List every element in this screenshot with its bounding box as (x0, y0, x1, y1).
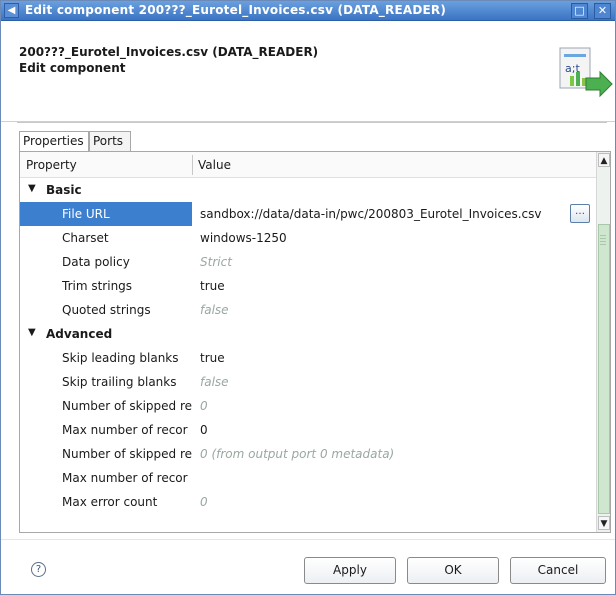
browse-button[interactable]: … (570, 204, 590, 223)
property-label: Charset (62, 231, 109, 245)
property-value[interactable]: 0 (from output port 0 metadata) (200, 447, 394, 461)
property-label: Number of skipped re (62, 447, 193, 461)
property-label: Skip trailing blanks (62, 375, 177, 389)
property-value[interactable]: 0 (200, 495, 208, 509)
ok-button[interactable]: OK (407, 557, 499, 584)
data-reader-icon: a;t (559, 47, 613, 98)
component-name: 200???_Eurotel_Invoices.csv (DATA_READER… (19, 45, 319, 59)
collapse-arrow-icon[interactable]: ▼ (28, 183, 36, 194)
properties-panel: Property Value ▼ Basic File URL sandbox:… (19, 151, 611, 533)
apply-button[interactable]: Apply (304, 557, 396, 584)
property-row-partial (20, 514, 596, 532)
property-value[interactable]: true (200, 279, 225, 293)
category-label: Advanced (46, 327, 113, 341)
edit-component-dialog: ◀ Edit component 200???_Eurotel_Invoices… (0, 0, 616, 595)
collapse-arrow-icon[interactable]: ▼ (28, 327, 36, 338)
column-value-header[interactable]: Value (198, 158, 231, 172)
property-label: Max number of recor (62, 423, 188, 437)
category-advanced[interactable]: ▼ Advanced (20, 322, 596, 346)
property-value[interactable]: windows-1250 (200, 231, 287, 245)
property-row-max-error-count[interactable]: Max error count 0 (20, 490, 596, 514)
property-label: Max error count (62, 495, 158, 509)
property-label: Max number of recor (62, 471, 188, 485)
scroll-down-icon[interactable]: ▼ (598, 516, 610, 530)
property-row-max-records[interactable]: Max number of recor 0 (20, 418, 596, 442)
property-value[interactable]: sandbox://data/data-in/pwc/200803_Eurote… (200, 207, 541, 221)
property-row-skip-trailing-blanks[interactable]: Skip trailing blanks false (20, 370, 596, 394)
column-divider[interactable] (192, 155, 193, 175)
property-label: File URL (62, 207, 110, 221)
property-label: Number of skipped re (62, 399, 193, 413)
property-label: Data policy (62, 255, 130, 269)
property-row-trim-strings[interactable]: Trim strings true (20, 274, 596, 298)
property-row-data-policy[interactable]: Data policy Strict (20, 250, 596, 274)
title-bar[interactable]: ◀ Edit component 200???_Eurotel_Invoices… (1, 1, 615, 21)
property-row-quoted-strings[interactable]: Quoted strings false (20, 298, 596, 322)
category-basic[interactable]: ▼ Basic (20, 178, 596, 202)
property-label: Quoted strings (62, 303, 151, 317)
scroll-up-icon[interactable]: ▲ (598, 153, 610, 167)
property-row-skipped-records[interactable]: Number of skipped re 0 (20, 394, 596, 418)
window-title: Edit component 200???_Eurotel_Invoices.c… (25, 3, 447, 17)
tab-properties[interactable]: Properties (19, 131, 89, 151)
property-value[interactable]: false (200, 303, 229, 317)
property-label: Trim strings (62, 279, 133, 293)
property-value[interactable]: true (200, 351, 225, 365)
footer-separator (1, 539, 615, 540)
column-header: Property Value (20, 152, 596, 178)
vertical-scrollbar[interactable]: ▲ ▼ (596, 152, 610, 532)
property-row-skip-leading-blanks[interactable]: Skip leading blanks true (20, 346, 596, 370)
property-row-charset[interactable]: Charset windows-1250 (20, 226, 596, 250)
property-rows: ▼ Basic File URL sandbox://data/data-in/… (20, 178, 596, 532)
tab-ports[interactable]: Ports (89, 131, 131, 151)
property-value[interactable]: Strict (200, 255, 232, 269)
scroll-grip (600, 235, 606, 247)
property-row-skipped-records-source[interactable]: Number of skipped re 0 (from output port… (20, 442, 596, 466)
help-icon[interactable]: ? (31, 562, 46, 577)
property-value[interactable]: 0 (200, 399, 208, 413)
close-icon[interactable]: ✕ (594, 3, 611, 19)
cancel-button[interactable]: Cancel (510, 557, 606, 584)
property-row-max-records-source[interactable]: Max number of recor (20, 466, 596, 490)
property-value[interactable]: false (200, 375, 229, 389)
category-label: Basic (46, 183, 82, 197)
dialog-header: 200???_Eurotel_Invoices.csv (DATA_READER… (1, 21, 615, 122)
maximize-icon[interactable]: □ (571, 3, 588, 19)
column-property-header[interactable]: Property (26, 158, 77, 172)
property-label: Skip leading blanks (62, 351, 179, 365)
scroll-thumb[interactable] (598, 224, 610, 514)
header-subtitle: Edit component (19, 61, 126, 75)
header-separator (17, 122, 607, 123)
property-row-file-url[interactable]: File URL sandbox://data/data-in/pwc/2008… (20, 202, 596, 226)
property-value[interactable]: 0 (200, 423, 208, 437)
eclipse-back-icon: ◀ (4, 3, 19, 18)
